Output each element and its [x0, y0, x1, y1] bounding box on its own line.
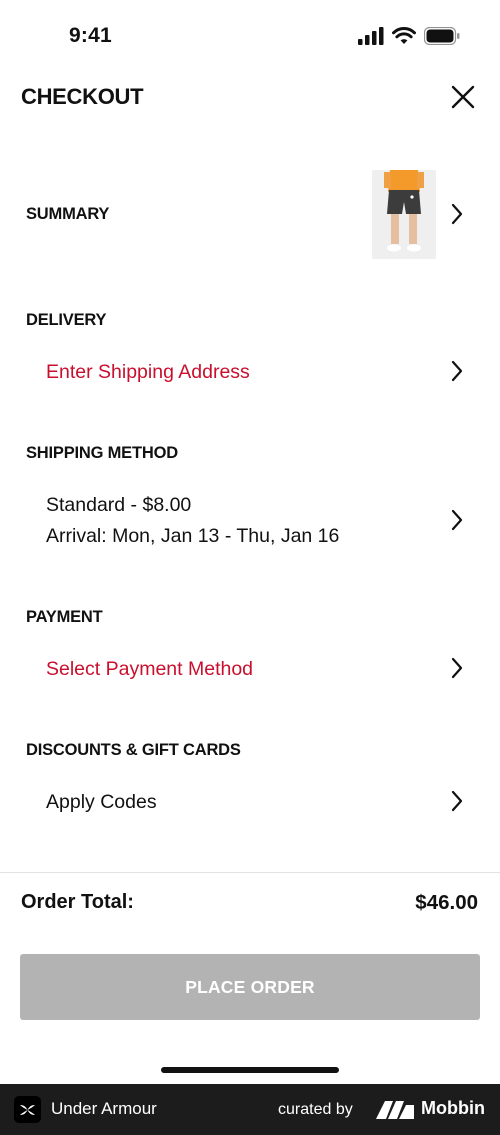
order-total-label: Order Total:	[21, 891, 134, 913]
mobbin-logo-icon	[376, 1101, 414, 1119]
status-icons	[358, 27, 460, 45]
order-total-value: $46.00	[415, 891, 478, 914]
discounts-chevron-right-icon[interactable]	[450, 790, 464, 812]
home-indicator	[161, 1067, 339, 1073]
summary-label: SUMMARY	[26, 205, 110, 223]
attribution-footer: Under Armour curated by Mobbin	[0, 1084, 500, 1135]
status-bar: 9:41	[0, 0, 500, 70]
payment-chevron-right-icon[interactable]	[450, 657, 464, 679]
select-payment-method-link[interactable]: Select Payment Method	[46, 654, 253, 685]
summary-chevron-right-icon[interactable]	[450, 203, 464, 225]
enter-shipping-address-link[interactable]: Enter Shipping Address	[46, 357, 250, 388]
product-thumbnail	[372, 170, 436, 259]
payment-label: PAYMENT	[26, 608, 103, 626]
shipping-method-price: Standard - $8.00	[46, 494, 192, 516]
cellular-signal-icon	[358, 27, 384, 45]
status-time: 9:41	[69, 24, 112, 47]
divider	[0, 872, 500, 873]
brand-name: Under Armour	[51, 1099, 157, 1118]
delivery-chevron-right-icon[interactable]	[450, 360, 464, 382]
battery-icon	[424, 27, 460, 45]
wifi-icon	[392, 27, 416, 44]
under-armour-logo-icon	[14, 1096, 41, 1123]
discounts-label: DISCOUNTS & GIFT CARDS	[26, 741, 241, 759]
checkout-header: CHECKOUT	[0, 76, 500, 120]
shipping-arrival-dates: Arrival: Mon, Jan 13 - Thu, Jan 16	[46, 525, 340, 547]
delivery-label: DELIVERY	[26, 311, 107, 329]
apply-codes-link[interactable]: Apply Codes	[46, 787, 157, 818]
product-image	[372, 170, 436, 259]
close-icon[interactable]	[450, 84, 476, 110]
shipping-method-chevron-right-icon[interactable]	[450, 509, 464, 531]
curator-name: Mobbin	[421, 1098, 485, 1118]
page-title: CHECKOUT	[21, 84, 144, 109]
place-order-button[interactable]: PLACE ORDER	[20, 954, 480, 1020]
shipping-method-label: SHIPPING METHOD	[26, 444, 178, 462]
curated-by-label: curated by	[278, 1101, 353, 1118]
